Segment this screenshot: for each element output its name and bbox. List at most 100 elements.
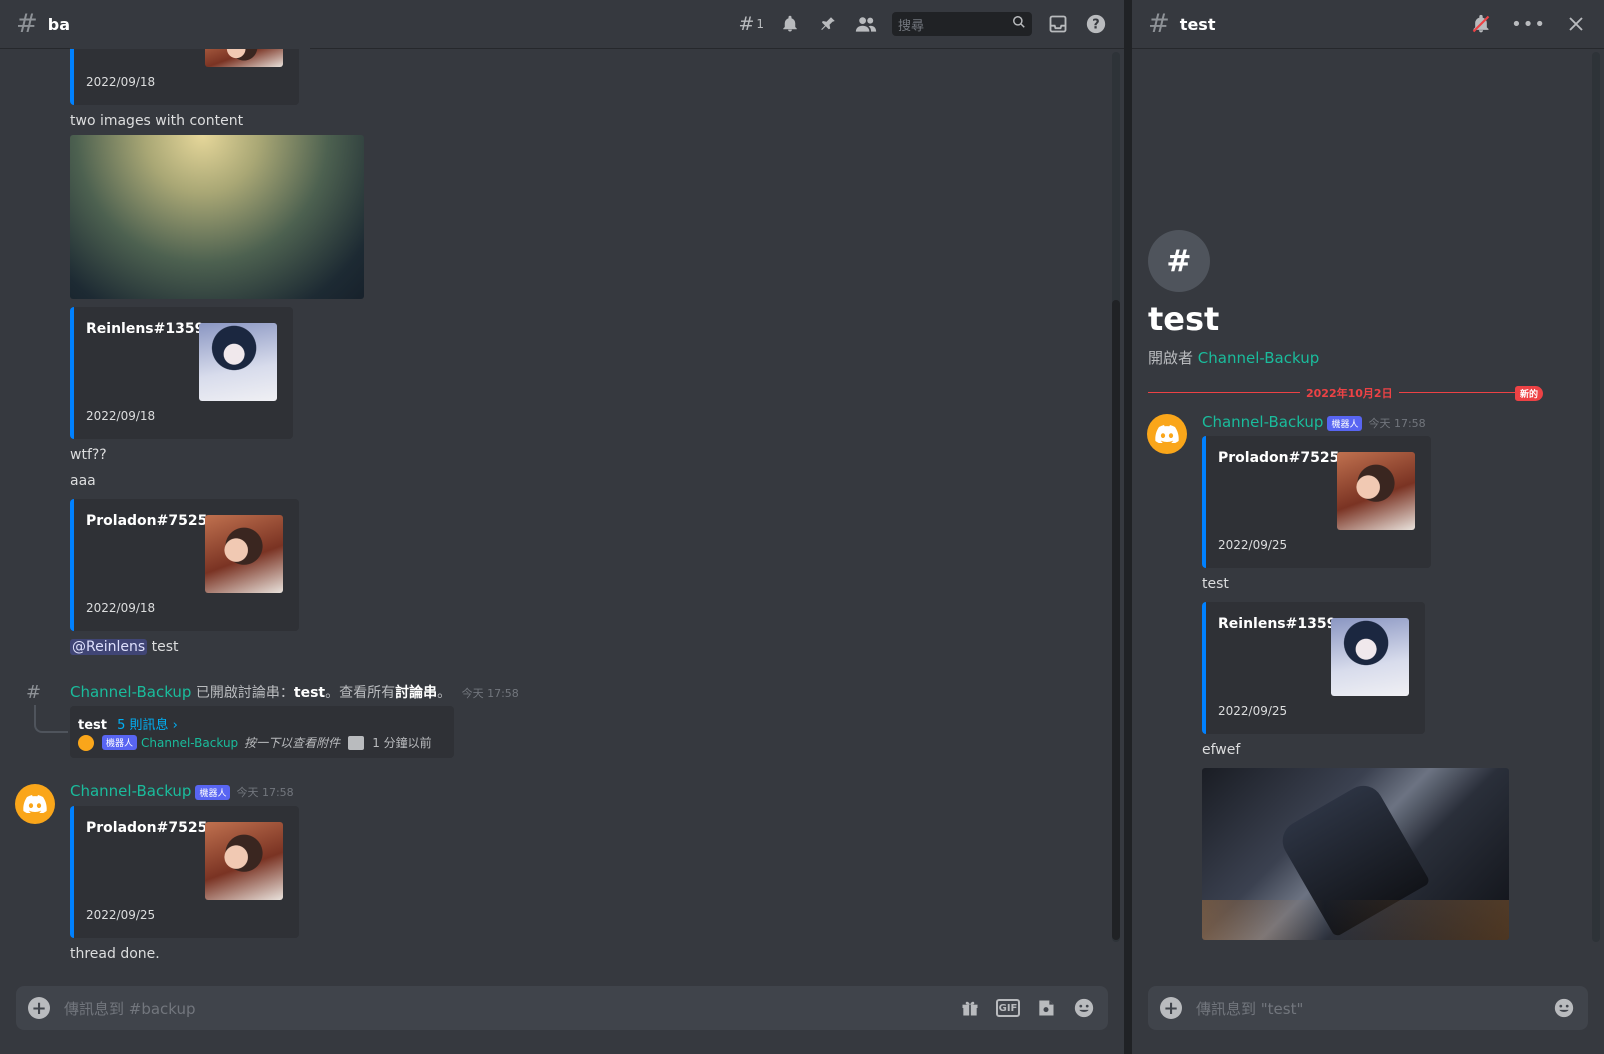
thread-header: # test ••• xyxy=(1132,0,1604,49)
message-text: two images with content xyxy=(70,113,244,129)
embed-reinlens: Reinlens#1359 2022/09/25 xyxy=(1202,602,1425,734)
emoji-icon[interactable] xyxy=(1552,996,1576,1020)
message-text: wtf?? xyxy=(70,447,107,463)
thread-card-count[interactable]: 5 則訊息 › xyxy=(117,718,178,733)
thread-opened-by: 開啟者 Channel-Backup xyxy=(1148,347,1319,368)
message-header: Channel-Backup 機器人 今天 17:58 xyxy=(1202,413,1426,431)
input-actions: GIF xyxy=(958,996,1096,1020)
embed-date: 2022/09/18 xyxy=(86,409,156,423)
embed-author: Proladon#7525 xyxy=(1218,450,1340,466)
avatar[interactable] xyxy=(15,784,55,824)
members-icon[interactable] xyxy=(854,12,878,36)
embed-date: 2022/09/18 xyxy=(86,601,156,615)
scrollbar-thumb[interactable] xyxy=(1112,300,1120,940)
search-placeholder: 搜尋 xyxy=(898,18,925,34)
embed-thumbnail[interactable] xyxy=(199,323,277,401)
embed-reinlens: Reinlens#1359 2022/09/18 xyxy=(70,307,293,439)
plus-icon[interactable]: + xyxy=(28,997,50,1019)
opened-by-author[interactable]: Channel-Backup xyxy=(1198,349,1319,367)
thread-created-icon: # xyxy=(26,682,42,703)
embed-author: Proladon#7525 xyxy=(86,513,208,529)
message-author[interactable]: Channel-Backup xyxy=(1202,413,1323,431)
header-mask xyxy=(70,0,310,49)
message-author[interactable]: Channel-Backup xyxy=(70,782,191,800)
embed-thumbnail[interactable] xyxy=(1331,618,1409,696)
attached-image[interactable] xyxy=(70,135,364,299)
date-divider-label: 2022年10月2日 xyxy=(1300,385,1399,401)
embed-author: Reinlens#1359 xyxy=(1218,616,1337,632)
embed-date: 2022/09/25 xyxy=(1218,704,1288,718)
embed-date: 2022/09/25 xyxy=(1218,538,1288,552)
help-icon[interactable]: ? xyxy=(1084,12,1108,36)
thread-card-name: test xyxy=(78,718,107,733)
mention-message: @Reinlens test xyxy=(70,639,179,655)
main-channel-pane: # backup #1 搜尋 ? xyxy=(0,0,1124,1054)
embed-date: 2022/09/18 xyxy=(86,75,156,89)
channel-hash-icon: # xyxy=(16,9,38,39)
scrollbar-track[interactable] xyxy=(1592,52,1600,942)
search-icon xyxy=(1012,15,1026,33)
embed-proladon: Proladon#7525 2022/09/18 xyxy=(70,499,299,631)
new-badge: 新的 xyxy=(1515,386,1544,401)
embed-author: Reinlens#1359 xyxy=(86,321,205,337)
pin-icon[interactable] xyxy=(816,12,840,36)
system-text: 。 xyxy=(437,685,452,701)
threads-icon[interactable]: #1 xyxy=(738,12,764,36)
bot-badge: 機器人 xyxy=(102,735,138,750)
thread-link[interactable]: test xyxy=(294,685,325,701)
message-timestamp: 今天 17:58 xyxy=(1368,417,1426,430)
system-text: 已開啟討論串： xyxy=(191,685,294,701)
bell-icon[interactable] xyxy=(778,12,802,36)
image-icon xyxy=(348,735,365,750)
threads-count: 1 xyxy=(756,17,764,31)
search-input[interactable]: 搜尋 xyxy=(892,12,1032,36)
system-author[interactable]: Channel-Backup xyxy=(70,683,191,701)
system-message: Channel-Backup 已開啟討論串：test。查看所有討論串。 今天 1… xyxy=(70,682,519,702)
svg-text:?: ? xyxy=(1092,18,1099,33)
thread-pane: # test ••• # test 開啟者 Channel-Backup 202… xyxy=(1132,0,1604,1054)
message-timestamp: 今天 17:58 xyxy=(236,786,294,799)
embed-date: 2022/09/25 xyxy=(86,908,156,922)
inbox-icon[interactable] xyxy=(1046,12,1070,36)
embed-thumbnail[interactable] xyxy=(1337,452,1415,530)
discord-avatar-icon xyxy=(78,734,94,751)
message-text: aaa xyxy=(70,473,96,489)
mention-text: test xyxy=(147,639,179,655)
thread-card-author: Channel-Backup xyxy=(141,735,239,750)
message-timestamp: 今天 17:58 xyxy=(461,687,519,700)
attached-image[interactable] xyxy=(1202,768,1509,940)
embed-proladon: Proladon#7525 2022/09/25 xyxy=(1202,436,1431,568)
embed-proladon-2: Proladon#7525 2022/09/25 xyxy=(70,806,299,938)
bell-muted-icon[interactable] xyxy=(1469,12,1493,36)
embed-thumbnail[interactable] xyxy=(205,515,283,593)
avatar[interactable] xyxy=(1147,414,1187,454)
all-threads-link[interactable]: 討論串 xyxy=(395,685,437,701)
thread-input-placeholder: 傳訊息到 "test" xyxy=(1196,999,1304,1018)
thread-card[interactable]: test 5 則訊息 › 機器人 Channel-Backup 按一下以查看附件… xyxy=(70,706,454,758)
header-toolbar: #1 搜尋 ? xyxy=(738,0,1108,48)
embed-author: Proladon#7525 xyxy=(86,820,208,836)
bot-badge: 機器人 xyxy=(195,784,231,800)
embed-thumbnail[interactable] xyxy=(205,822,283,900)
gift-icon[interactable] xyxy=(958,996,982,1020)
gif-icon[interactable]: GIF xyxy=(996,999,1020,1017)
thread-big-icon: # xyxy=(1148,230,1210,292)
thread-connector xyxy=(34,705,68,733)
message-header: Channel-Backup 機器人 今天 17:58 xyxy=(70,782,294,800)
close-icon[interactable] xyxy=(1564,12,1588,36)
more-icon[interactable]: ••• xyxy=(1511,12,1546,36)
thread-icon: # xyxy=(1148,9,1170,39)
thread-title: test xyxy=(1179,14,1216,34)
thread-card-preview: 按一下以查看附件 xyxy=(244,736,341,750)
user-mention[interactable]: @Reinlens xyxy=(70,639,148,655)
emoji-icon[interactable] xyxy=(1072,996,1096,1020)
message-text: test xyxy=(1202,576,1229,592)
thread-message-input[interactable]: + 傳訊息到 "test" xyxy=(1148,986,1588,1030)
plus-icon[interactable]: + xyxy=(1160,997,1182,1019)
pane-divider[interactable] xyxy=(1124,0,1132,1054)
sticker-icon[interactable] xyxy=(1034,996,1058,1020)
message-text: efwef xyxy=(1202,742,1241,758)
thread-big-title: test xyxy=(1148,300,1220,338)
message-input[interactable]: + 傳訊息到 #backup GIF xyxy=(16,986,1108,1030)
opened-by-label: 開啟者 xyxy=(1148,349,1198,367)
